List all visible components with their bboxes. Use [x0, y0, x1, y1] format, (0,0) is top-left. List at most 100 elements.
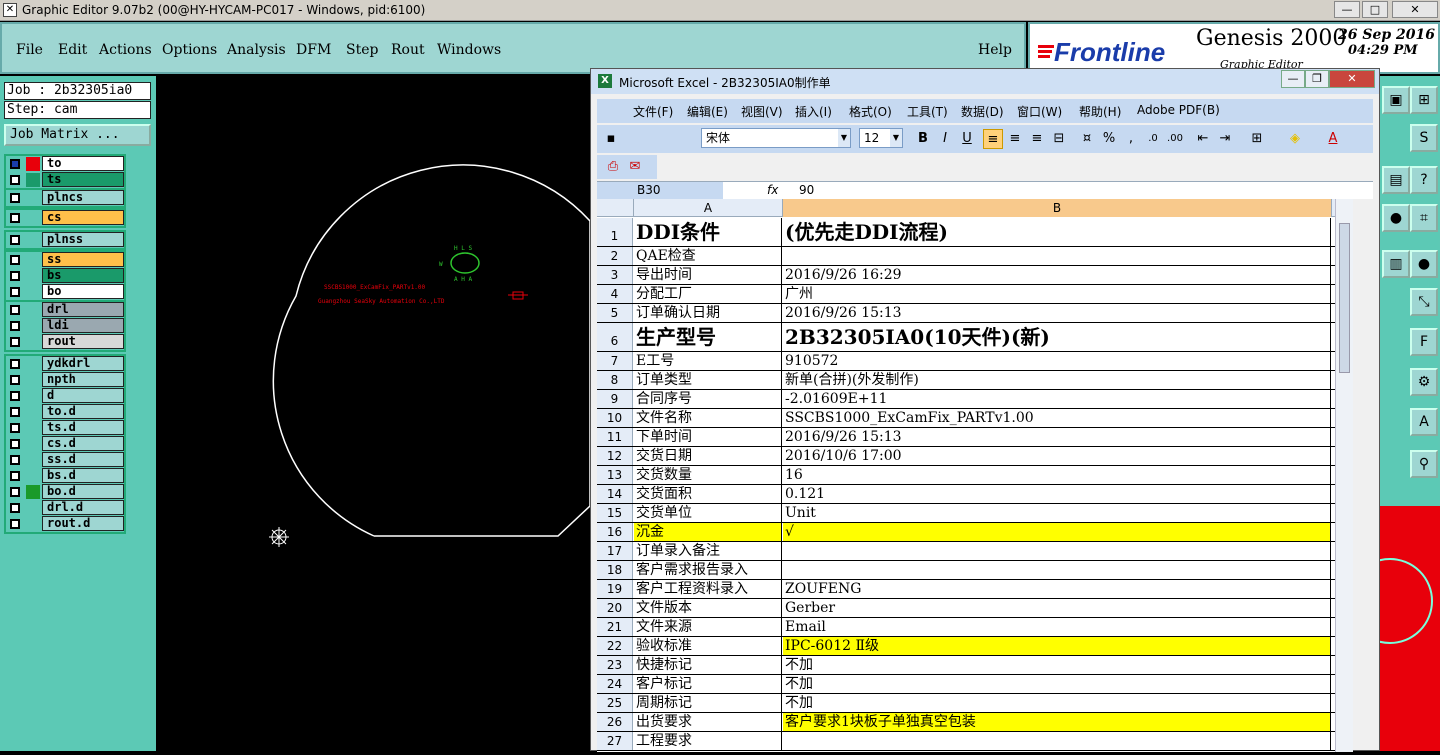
layer-name[interactable]: plnss [42, 232, 124, 247]
layer-checkbox[interactable] [10, 359, 20, 369]
cell-b[interactable]: ZOUFENG [783, 580, 1331, 598]
layer-row[interactable]: cs.d [6, 436, 124, 452]
row-header[interactable]: 23 [597, 656, 633, 674]
layer-name[interactable]: drl [42, 302, 124, 317]
cell-b[interactable]: 2B32305IA0(10天件)(新) [783, 323, 1331, 351]
layer-checkbox[interactable] [10, 305, 20, 315]
layer-row[interactable]: bs.d [6, 468, 124, 484]
row-header[interactable]: 25 [597, 694, 633, 712]
column-header-a[interactable]: A [634, 199, 783, 217]
cell-b[interactable]: 不加 [783, 675, 1331, 693]
cell-b[interactable]: 910572 [783, 352, 1331, 370]
layer-row[interactable]: rout.d [6, 516, 124, 532]
row-header[interactable]: 24 [597, 675, 633, 693]
cell-a[interactable]: 交货面积 [634, 485, 782, 503]
layer-row[interactable]: drl [6, 302, 124, 318]
pdf-email-icon[interactable]: ✉ [625, 157, 645, 177]
percent-icon[interactable]: % [1099, 129, 1119, 149]
cell-b[interactable]: Gerber [783, 599, 1331, 617]
row-header[interactable]: 21 [597, 618, 633, 636]
menu-edit[interactable]: Edit [58, 42, 87, 58]
layer-name[interactable]: d [42, 388, 124, 403]
cell-b[interactable] [783, 732, 1331, 750]
excel-minimize-button[interactable]: — [1281, 70, 1305, 88]
layer-color-swatch[interactable] [26, 173, 40, 187]
menu-step[interactable]: Step [346, 42, 378, 58]
layer-checkbox[interactable] [10, 159, 20, 169]
row-header[interactable]: 14 [597, 485, 633, 503]
layer-checkbox[interactable] [10, 455, 20, 465]
menu-options[interactable]: Options [162, 42, 217, 58]
currency-icon[interactable]: ¤ [1077, 129, 1097, 149]
row-header[interactable]: 15 [597, 504, 633, 522]
cell-a[interactable]: 客户需求报告录入 [634, 561, 782, 579]
pdf-icon[interactable]: ⎙ [603, 157, 623, 177]
excel-menu-item[interactable]: 工具(T) [907, 103, 948, 120]
cell-b[interactable]: IPC-6012 Ⅱ级 [783, 637, 1331, 655]
layer-row[interactable]: plnss [6, 232, 124, 248]
tool-button[interactable]: ⊞ [1410, 86, 1438, 114]
row-header[interactable]: 17 [597, 542, 633, 560]
layer-checkbox[interactable] [10, 175, 20, 185]
layer-name[interactable]: ts.d [42, 420, 124, 435]
cell-a[interactable]: 下单时间 [634, 428, 782, 446]
layer-color-swatch[interactable] [26, 157, 40, 171]
tool-button[interactable]: ⤡ [1410, 288, 1438, 316]
menu-rout[interactable]: Rout [391, 42, 425, 58]
tool-button[interactable]: ⌗ [1410, 204, 1438, 232]
layer-row[interactable]: bs [6, 268, 124, 284]
maximize-button[interactable]: □ [1362, 1, 1388, 18]
layer-row[interactable]: plncs [6, 190, 124, 206]
layer-row[interactable]: npth [6, 372, 124, 388]
excel-menu-item[interactable]: 编辑(E) [687, 103, 728, 120]
increase-indent-icon[interactable]: ⇥ [1215, 129, 1235, 149]
row-header[interactable]: 22 [597, 637, 633, 655]
layer-checkbox[interactable] [10, 487, 20, 497]
cell-a[interactable]: 沉金 [634, 523, 782, 541]
layer-name[interactable]: bo [42, 284, 124, 299]
row-header[interactable]: 19 [597, 580, 633, 598]
layer-row[interactable]: to.d [6, 404, 124, 420]
decrease-indent-icon[interactable]: ⇤ [1193, 129, 1213, 149]
layer-name[interactable]: to.d [42, 404, 124, 419]
font-color-icon[interactable]: A [1323, 129, 1343, 149]
layer-name[interactable]: ydkdrl [42, 356, 124, 371]
cell-b[interactable]: 不加 [783, 656, 1331, 674]
cell-a[interactable]: 文件来源 [634, 618, 782, 636]
cell-a[interactable]: 客户标记 [634, 675, 782, 693]
excel-menu-item[interactable]: 帮助(H) [1079, 103, 1121, 120]
excel-menu-item[interactable]: Adobe PDF(B) [1137, 103, 1220, 117]
excel-menu-item[interactable]: 窗口(W) [1017, 103, 1062, 120]
layer-name[interactable]: bs.d [42, 468, 124, 483]
cell-b[interactable]: 2016/9/26 16:29 [783, 266, 1331, 284]
cell-a[interactable]: 生产型号 [634, 323, 782, 351]
cell-a[interactable]: QAE检查 [634, 247, 782, 265]
cell-a[interactable]: 订单类型 [634, 371, 782, 389]
bold-button[interactable]: B [913, 129, 933, 149]
align-right-icon[interactable]: ≡ [1027, 129, 1047, 149]
layer-row[interactable]: d [6, 388, 124, 404]
excel-menu-item[interactable]: 格式(O) [849, 103, 892, 120]
underline-button[interactable]: U [957, 129, 977, 149]
cell-b[interactable]: -2.01609E+11 [783, 390, 1331, 408]
menu-help[interactable]: Help [978, 42, 1012, 58]
layer-checkbox[interactable] [10, 235, 20, 245]
menu-dfm[interactable]: DFM [296, 42, 331, 58]
layer-checkbox[interactable] [10, 423, 20, 433]
job-matrix-button[interactable]: Job Matrix ... [4, 124, 151, 146]
font-name-select[interactable]: 宋体 ▼ [701, 128, 851, 148]
layer-row[interactable]: ss [6, 252, 124, 268]
increase-decimal-icon[interactable]: .0 [1143, 129, 1163, 149]
borders-icon[interactable]: ⊞ [1247, 129, 1267, 149]
row-header[interactable]: 7 [597, 352, 633, 370]
cell-a[interactable]: 交货数量 [634, 466, 782, 484]
cell-a[interactable]: 出货要求 [634, 713, 782, 731]
row-header[interactable]: 16 [597, 523, 633, 541]
help-icon[interactable]: ? [1410, 166, 1438, 194]
cell-b[interactable]: 0.121 [783, 485, 1331, 503]
layer-checkbox[interactable] [10, 193, 20, 203]
cell-b[interactable]: (优先走DDI流程) [783, 218, 1331, 246]
tool-button[interactable]: ▣ [1382, 86, 1410, 114]
cell-a[interactable]: 交货日期 [634, 447, 782, 465]
cell-a[interactable]: 工程要求 [634, 732, 782, 750]
